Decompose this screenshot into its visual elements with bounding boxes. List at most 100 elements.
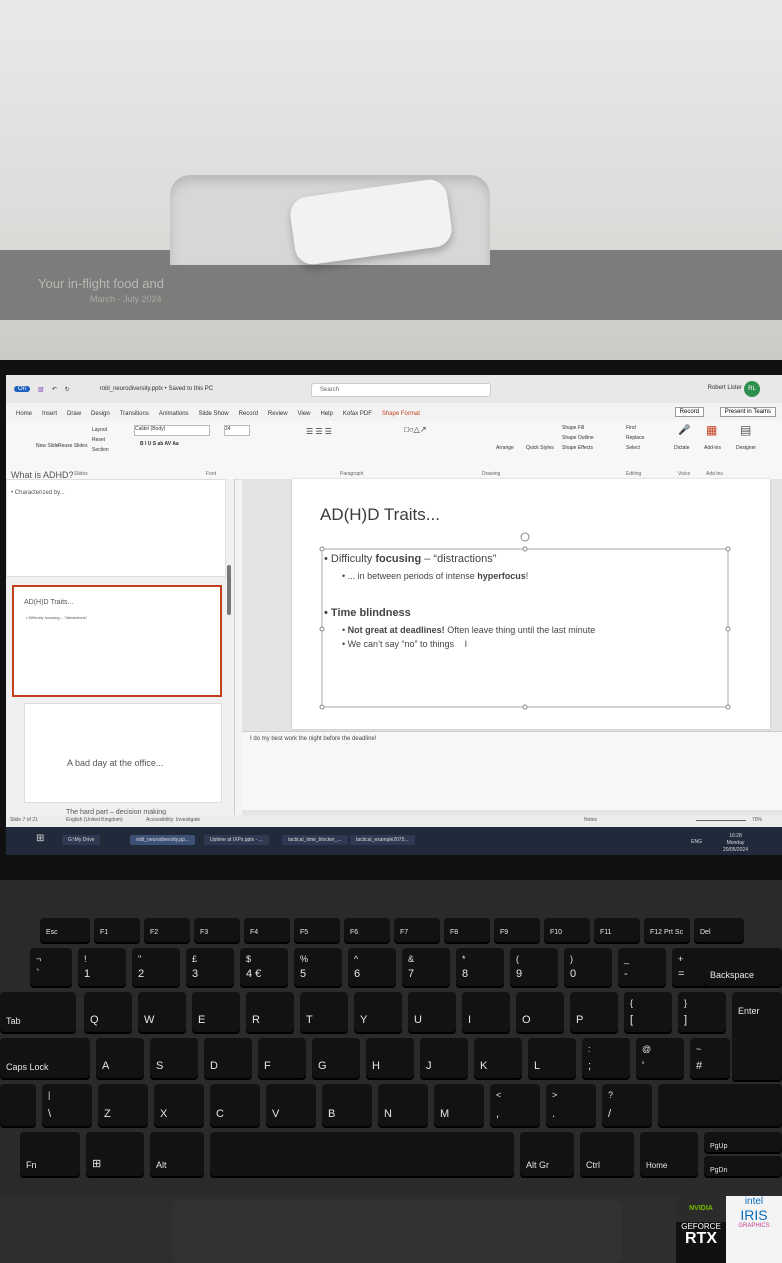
- key-x[interactable]: X: [154, 1084, 204, 1126]
- key-f9[interactable]: F9: [494, 918, 540, 942]
- shape-effects-button[interactable]: Shape Effects: [562, 445, 593, 451]
- key-m[interactable]: M: [434, 1084, 484, 1126]
- key-v[interactable]: V: [266, 1084, 316, 1126]
- key-i[interactable]: I: [462, 992, 510, 1032]
- addins-button[interactable]: Add-ins: [704, 445, 721, 451]
- key-b[interactable]: B: [322, 1084, 372, 1126]
- key-tab[interactable]: Tab: [0, 992, 76, 1032]
- key-backtick[interactable]: ¬ `: [30, 948, 72, 986]
- designer-button[interactable]: Designer: [736, 445, 756, 451]
- key-right-bracket[interactable]: }]: [678, 992, 726, 1032]
- key-windows[interactable]: ⊞: [86, 1132, 144, 1176]
- key-8[interactable]: * 8: [456, 948, 504, 986]
- language-indicator[interactable]: ENG: [691, 839, 702, 845]
- key-e[interactable]: E: [192, 992, 240, 1032]
- key-2[interactable]: " 2: [132, 948, 180, 986]
- key-9[interactable]: (9: [510, 948, 558, 986]
- taskbar-item-example[interactable]: tactical_example2075...: [350, 835, 415, 845]
- search-input[interactable]: Search: [311, 383, 491, 397]
- key-page-up[interactable]: PgUp: [704, 1132, 782, 1152]
- key-left-shift[interactable]: [0, 1084, 36, 1126]
- key-q[interactable]: Q: [84, 992, 132, 1032]
- key-f6[interactable]: F6: [344, 918, 390, 942]
- key-o[interactable]: O: [516, 992, 564, 1032]
- taskbar-item-uptime[interactable]: Uptime at IXPs.pptx - ...: [204, 835, 269, 845]
- key-f4[interactable]: F4: [244, 918, 290, 942]
- key-7[interactable]: & 7: [402, 948, 450, 986]
- record-button[interactable]: Record: [674, 407, 704, 417]
- key-y[interactable]: Y: [354, 992, 402, 1032]
- key-d[interactable]: D: [204, 1038, 252, 1078]
- key-backslash[interactable]: | \: [42, 1084, 92, 1126]
- tab-insert[interactable]: Insert: [42, 411, 57, 417]
- key-apostrophe[interactable]: @ ': [636, 1038, 684, 1078]
- key-n[interactable]: N: [378, 1084, 428, 1126]
- key-a[interactable]: A: [96, 1038, 144, 1078]
- taskbar-item-powerpoint[interactable]: robl_neurodiversity.pp...: [130, 835, 195, 845]
- font-name-field[interactable]: Calibri (Body): [134, 425, 210, 436]
- text-box-selection[interactable]: [292, 479, 770, 729]
- key-k[interactable]: K: [474, 1038, 522, 1078]
- redo-icon[interactable]: ↻: [65, 386, 70, 393]
- key-esc[interactable]: Esc: [40, 918, 90, 942]
- key-f12[interactable]: F12 Prt Sc: [644, 918, 690, 942]
- key-f[interactable]: F: [258, 1038, 306, 1078]
- layout-button[interactable]: Layout: [92, 427, 107, 433]
- key-alt-gr[interactable]: Alt Gr: [520, 1132, 574, 1176]
- key-h[interactable]: H: [366, 1038, 414, 1078]
- key-f7[interactable]: F7: [394, 918, 440, 942]
- notes-pane[interactable]: I do my best work the night before the d…: [242, 731, 782, 810]
- autosave-toggle[interactable]: On: [14, 386, 31, 392]
- tab-shape-format[interactable]: Shape Format: [382, 411, 420, 417]
- new-slide-button[interactable]: New Slide: [36, 443, 59, 449]
- key-page-down[interactable]: PgDn: [704, 1156, 782, 1176]
- font-format-icons[interactable]: B I U S ab AV Aa: [140, 441, 179, 447]
- touchpad[interactable]: [172, 1200, 622, 1263]
- tab-draw[interactable]: Draw: [67, 411, 81, 417]
- replace-button[interactable]: Replace: [626, 435, 644, 441]
- key-hash[interactable]: ~ #: [690, 1038, 730, 1078]
- key-r[interactable]: R: [246, 992, 294, 1032]
- notes-button[interactable]: Notes: [584, 817, 597, 823]
- find-button[interactable]: Find: [626, 425, 636, 431]
- key-1[interactable]: ! 1: [78, 948, 126, 986]
- font-size-field[interactable]: 24: [224, 425, 250, 436]
- microphone-icon[interactable]: 🎤: [678, 425, 690, 436]
- key-4[interactable]: $4 €: [240, 948, 288, 986]
- key-f5[interactable]: F5: [294, 918, 340, 942]
- tab-kofax-pdf[interactable]: Kofax PDF: [343, 411, 372, 417]
- windows-start-icon[interactable]: ⊞: [36, 833, 44, 844]
- key-3[interactable]: £3: [186, 948, 234, 986]
- taskbar-item-time-blocker[interactable]: tactical_time_blocker_...: [282, 835, 348, 845]
- quick-styles-button[interactable]: Quick Styles: [526, 445, 554, 451]
- key-f8[interactable]: F8: [444, 918, 490, 942]
- tab-review[interactable]: Review: [268, 411, 288, 417]
- tab-animations[interactable]: Animations: [159, 411, 189, 417]
- tab-home[interactable]: Home: [16, 411, 32, 417]
- key-0[interactable]: ) 0: [564, 948, 612, 986]
- key-enter[interactable]: Enter: [732, 992, 782, 1080]
- shapes-gallery[interactable]: □○△↗: [404, 425, 427, 434]
- arrange-button[interactable]: Arrange: [496, 445, 514, 451]
- key-f11[interactable]: F11: [594, 918, 640, 942]
- key-z[interactable]: Z: [98, 1084, 148, 1126]
- key-period[interactable]: >.: [546, 1084, 596, 1126]
- tab-help[interactable]: Help: [321, 411, 333, 417]
- key-p[interactable]: P: [570, 992, 618, 1032]
- reset-button[interactable]: Reset: [92, 437, 105, 443]
- taskbar-item-drive[interactable]: G:\My Drive: [62, 835, 101, 845]
- key-ctrl[interactable]: Ctrl: [580, 1132, 634, 1176]
- key-f3[interactable]: F3: [194, 918, 240, 942]
- key-delete[interactable]: Del: [694, 918, 744, 942]
- key-f1[interactable]: F1: [94, 918, 140, 942]
- key-l[interactable]: L: [528, 1038, 576, 1078]
- paragraph-icons[interactable]: ☰ ☰ ☰: [306, 427, 332, 436]
- key-j[interactable]: J: [420, 1038, 468, 1078]
- key-semicolon[interactable]: :;: [582, 1038, 630, 1078]
- key-5[interactable]: % 5: [294, 948, 342, 986]
- tab-transitions[interactable]: Transitions: [120, 411, 149, 417]
- dictate-button[interactable]: Dictate: [674, 445, 690, 451]
- key-t[interactable]: T: [300, 992, 348, 1032]
- tab-design[interactable]: Design: [91, 411, 110, 417]
- speaker-notes[interactable]: I do my best work the night before the d…: [250, 736, 376, 742]
